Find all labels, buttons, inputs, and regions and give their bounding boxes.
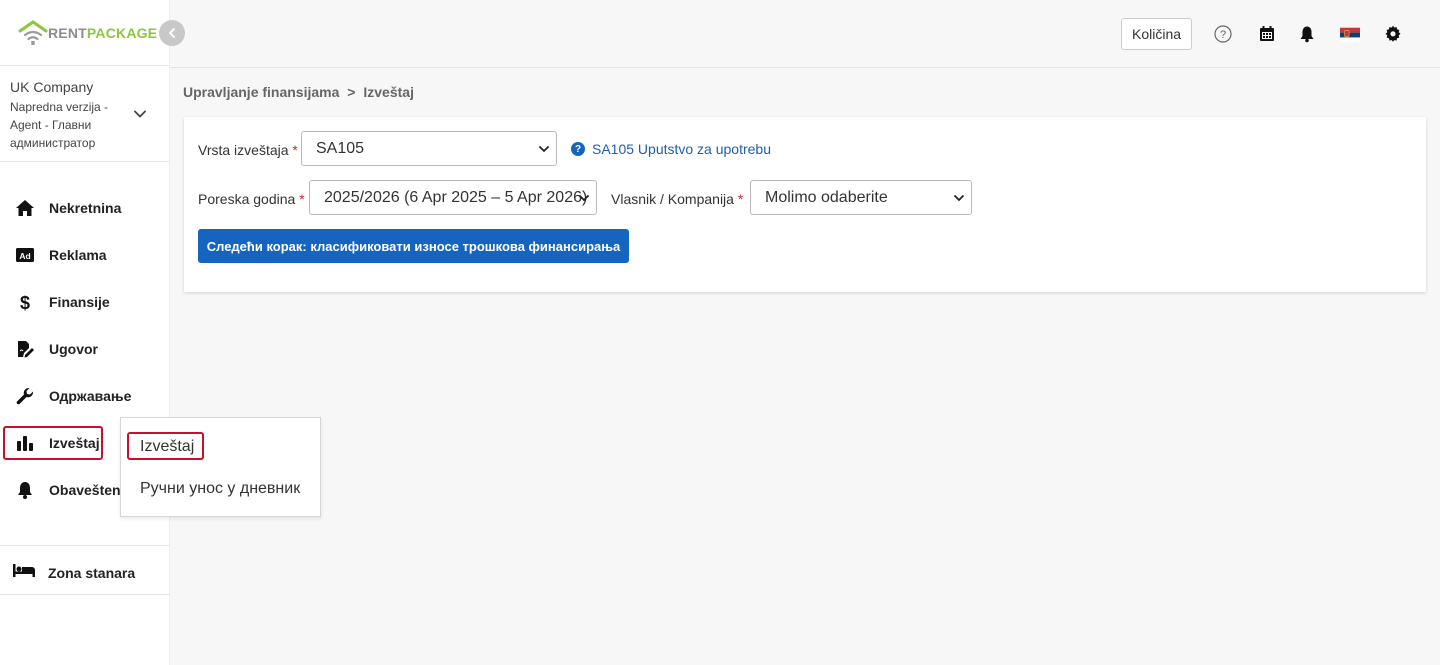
notifications-bell-icon[interactable]	[1297, 24, 1317, 44]
quantity-button[interactable]: Količina	[1121, 18, 1192, 50]
sidebar-item-label: Finansije	[49, 293, 110, 310]
question-circle-icon: ?	[571, 142, 585, 156]
sidebar-item-label: Reklama	[49, 246, 107, 263]
active-item-highlight	[3, 426, 103, 460]
required-mark: *	[299, 191, 305, 207]
required-mark: *	[737, 191, 744, 207]
tax-year-value: 2025/2026 (6 Apr 2025 – 5 Apr 2026)	[324, 188, 588, 206]
chevron-down-icon	[579, 195, 589, 201]
sidebar-item-zona-stanara[interactable]: Zona stanara	[12, 560, 135, 585]
gear-icon[interactable]	[1383, 24, 1403, 44]
sidebar-item-label: Nekretnina	[49, 199, 122, 216]
dollar-icon: $	[14, 292, 36, 312]
sidebar-item-reklama[interactable]: Ad Reklama	[0, 231, 169, 278]
top-bar: Količina ?	[170, 0, 1440, 68]
submenu-item-izvestaj[interactable]: Izveštaj	[140, 438, 194, 456]
bell-icon	[14, 480, 36, 500]
sidebar-item-label: Zona stanara	[48, 564, 136, 581]
company-switcher[interactable]: UK Company Napredna verzija - Agent - Гл…	[0, 66, 169, 162]
help-icon[interactable]: ?	[1213, 24, 1233, 44]
bed-icon	[12, 560, 36, 585]
logo[interactable]: RENTPACKAGE	[18, 19, 157, 47]
brand-rent: RENT	[48, 25, 87, 41]
chevron-down-icon	[954, 195, 964, 201]
logo-area: RENTPACKAGE	[0, 0, 169, 66]
breadcrumb-parent[interactable]: Upravljanje finansijama	[183, 84, 339, 100]
submenu-item-manual-journal[interactable]: Ручни унос у дневник	[140, 480, 300, 498]
sa105-guide-link[interactable]: ? SA105 Uputstvo za upotrebu	[571, 141, 771, 157]
owner-select[interactable]: Molimo odaberite	[750, 180, 972, 215]
owner-value: Molimo odaberite	[765, 188, 888, 206]
sidebar-item-label: Одржавање	[49, 387, 132, 404]
sidebar-item-label: Ugovor	[49, 340, 98, 357]
ad-icon: Ad	[14, 245, 36, 265]
serbia-flag-icon[interactable]	[1340, 25, 1360, 45]
owner-label: Vlasnik / Kompanija *	[611, 191, 743, 207]
svg-text:?: ?	[1220, 29, 1226, 41]
svg-text:Ad: Ad	[19, 251, 30, 261]
required-mark: *	[292, 142, 298, 158]
breadcrumb: Upravljanje finansijama > Izveštaj	[183, 84, 414, 100]
chevron-left-icon	[169, 28, 175, 38]
svg-text:$: $	[20, 293, 30, 312]
sidebar-item-nekretnina[interactable]: Nekretnina	[0, 184, 169, 231]
divider	[0, 594, 170, 595]
report-type-value: SA105	[316, 139, 365, 157]
calendar-icon[interactable]	[1257, 24, 1277, 44]
collapse-sidebar-button[interactable]	[159, 20, 185, 46]
report-type-label-text: Vrsta izveštaja	[198, 142, 289, 158]
breadcrumb-separator: >	[347, 84, 356, 100]
sa105-guide-link-text: SA105 Uputstvo za upotrebu	[592, 141, 772, 157]
divider	[0, 545, 170, 546]
breadcrumb-current: Izveštaj	[363, 84, 414, 100]
sidebar: RENTPACKAGE UK Company Napredna verzija …	[0, 0, 170, 665]
tax-year-label-text: Poreska godina	[198, 191, 296, 207]
home-icon	[14, 198, 36, 218]
company-name: UK Company	[10, 79, 94, 95]
wrench-icon	[14, 386, 36, 406]
owner-label-text: Vlasnik / Kompanija	[611, 191, 734, 207]
sidebar-item-odrzavanje[interactable]: Одржавање	[0, 372, 169, 419]
contract-icon	[14, 339, 36, 359]
wifi-house-icon	[18, 20, 48, 45]
next-step-button[interactable]: Следећи корак: класификовати износе трош…	[198, 229, 629, 263]
chevron-down-icon[interactable]	[132, 106, 148, 122]
company-role: Napredna verzija - Agent - Главни админи…	[10, 100, 109, 150]
brand-name: RENTPACKAGE	[48, 25, 157, 41]
report-type-select[interactable]: SA105	[301, 131, 557, 166]
report-submenu: Izveštaj Ручни унос у дневник	[120, 417, 321, 517]
tax-year-select[interactable]: 2025/2026 (6 Apr 2025 – 5 Apr 2026)	[309, 180, 597, 215]
report-type-label: Vrsta izveštaja *	[198, 142, 298, 158]
brand-package: PACKAGE	[86, 25, 158, 41]
tax-year-label: Poreska godina *	[198, 191, 305, 207]
sidebar-item-finansije[interactable]: $ Finansije	[0, 278, 169, 325]
sidebar-item-ugovor[interactable]: Ugovor	[0, 325, 169, 372]
chevron-down-icon	[539, 146, 549, 152]
